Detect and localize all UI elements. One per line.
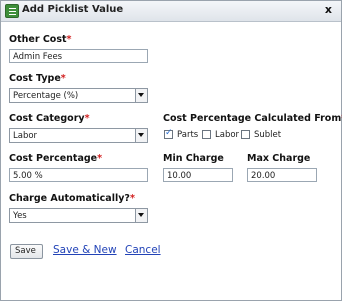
parts-label: Parts — [177, 130, 199, 140]
close-button[interactable]: x — [325, 3, 332, 16]
chevron-down-icon[interactable] — [135, 129, 147, 142]
cost-percentage-input[interactable]: 5.00 % — [9, 168, 148, 182]
required-marker: * — [97, 153, 103, 164]
sublet-label: Sublet — [254, 130, 282, 140]
cost-category-label: Cost Category* — [9, 113, 90, 124]
charge-auto-label: Charge Automatically?* — [9, 193, 135, 204]
save-button[interactable]: Save — [10, 244, 43, 259]
cost-percentage-label: Cost Percentage* — [9, 153, 103, 164]
max-charge-label: Max Charge — [247, 153, 311, 164]
required-marker: * — [66, 34, 72, 45]
list-icon — [5, 4, 19, 18]
cost-category-value: Labor — [13, 131, 38, 141]
parts-checkbox[interactable] — [164, 128, 173, 139]
other-cost-input[interactable]: Admin Fees — [9, 49, 148, 63]
cost-type-label: Cost Type* — [9, 73, 66, 84]
required-marker: * — [84, 113, 90, 124]
calc-from-label: Cost Percentage Calculated From* — [163, 113, 342, 124]
save-and-new-link[interactable]: Save & New — [53, 244, 117, 256]
labor-checkbox[interactable] — [202, 130, 211, 139]
required-marker: * — [129, 193, 135, 204]
required-marker: * — [60, 73, 66, 84]
dialog-titlebar[interactable]: Add Picklist Value x — [1, 1, 341, 22]
chevron-down-icon[interactable] — [135, 209, 147, 222]
charge-auto-select[interactable]: Yes — [9, 208, 148, 223]
min-charge-input[interactable]: 10.00 — [163, 168, 233, 182]
sublet-checkbox[interactable] — [241, 130, 250, 139]
add-picklist-dialog: Add Picklist Value x Other Cost* Admin F… — [0, 0, 342, 301]
dialog-title: Add Picklist Value — [22, 4, 124, 15]
min-charge-label: Min Charge — [163, 153, 224, 164]
cost-type-select[interactable]: Percentage (%) — [9, 88, 148, 103]
cost-category-select[interactable]: Labor — [9, 128, 148, 143]
cost-type-value: Percentage (%) — [13, 91, 79, 101]
chevron-down-icon[interactable] — [135, 89, 147, 102]
labor-label: Labor — [215, 130, 240, 140]
charge-auto-value: Yes — [13, 211, 27, 221]
cancel-link[interactable]: Cancel — [125, 244, 161, 256]
max-charge-input[interactable]: 20.00 — [247, 168, 317, 182]
other-cost-label: Other Cost* — [9, 34, 72, 45]
